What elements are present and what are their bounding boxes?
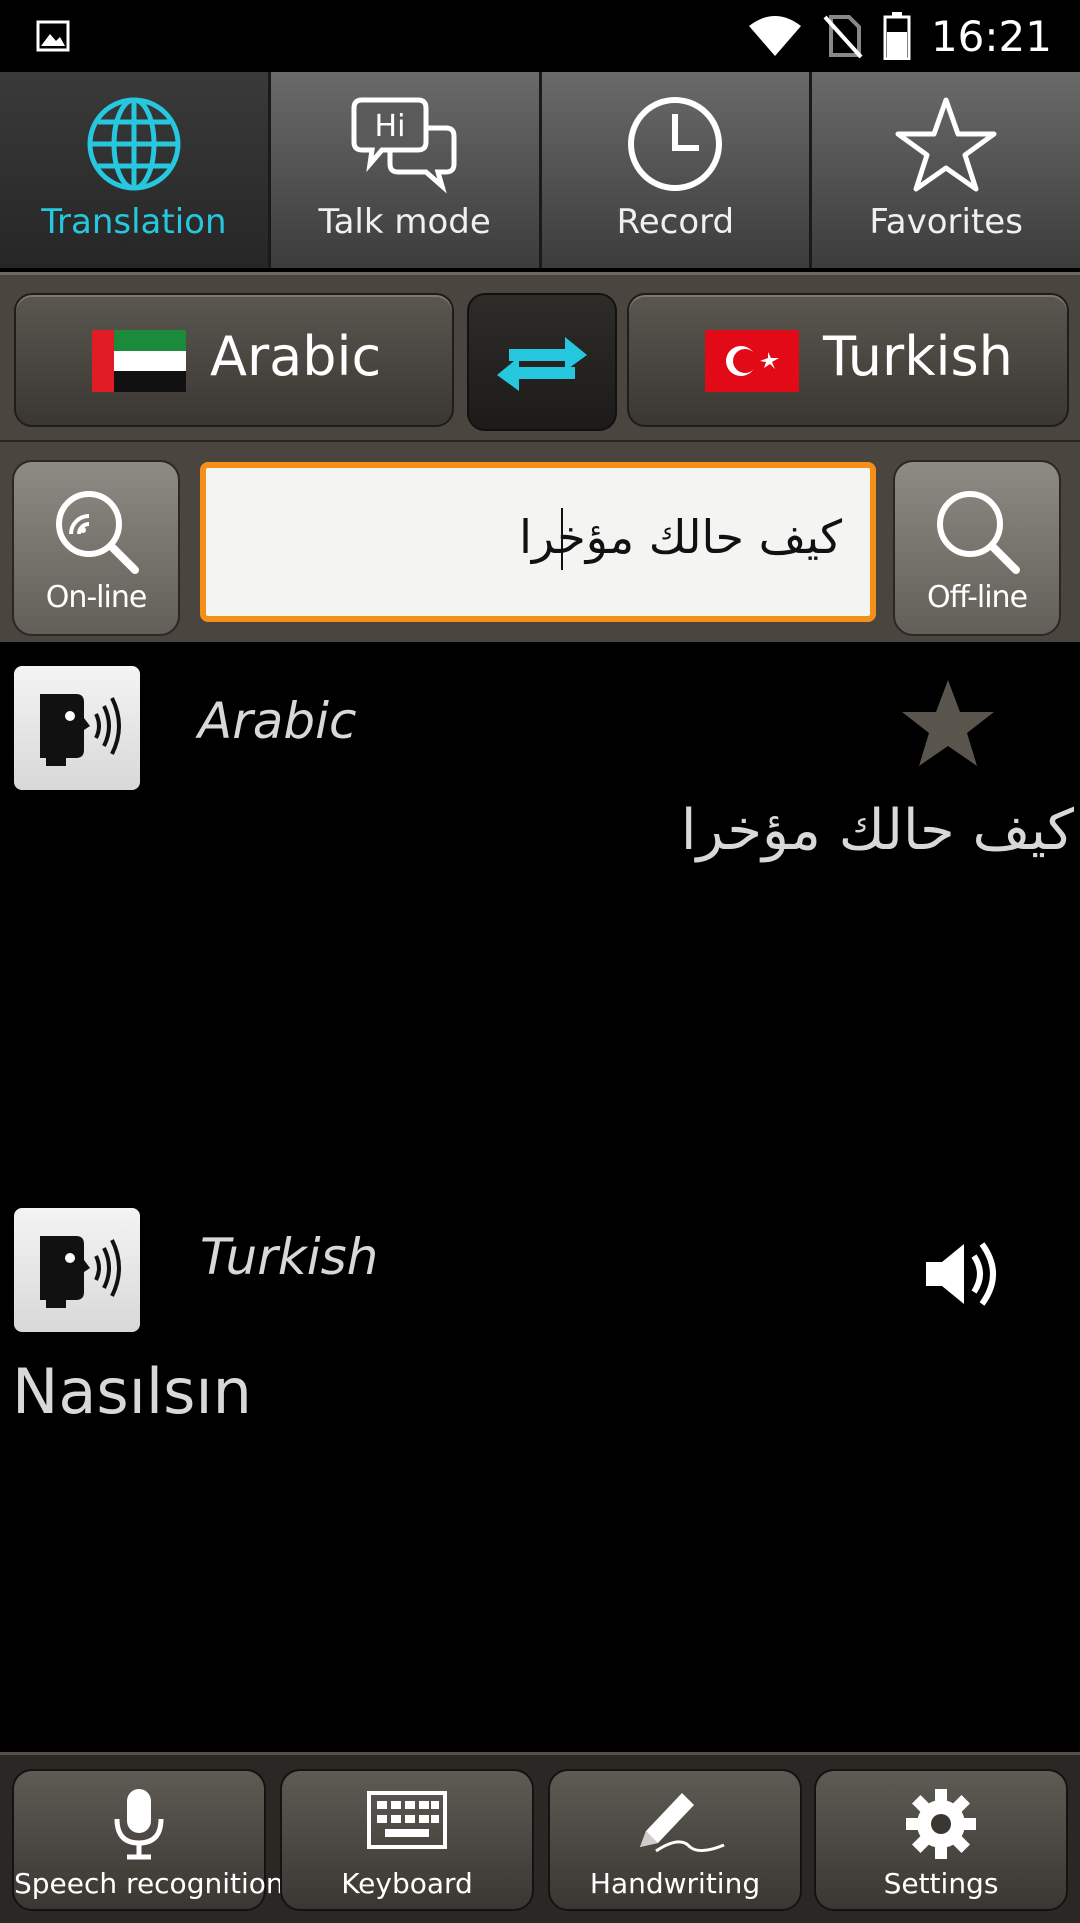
tab-talk-mode[interactable]: Hi Talk mode <box>270 72 542 268</box>
target-language-label: Turkish <box>823 325 1013 388</box>
pen-icon <box>640 1793 725 1853</box>
translation-input-value: كيف حالك مؤخرا <box>519 510 842 564</box>
handwriting-label: Handwriting <box>589 1867 761 1900</box>
source-text: كيف حالك مؤخرا <box>680 798 1074 863</box>
keyboard-label: Keyboard <box>341 1867 473 1900</box>
mode-tabs: Translation Hi Talk mode Record Favorite… <box>0 72 1080 268</box>
source-language-label: Arabic <box>210 325 382 388</box>
speaking-head-icon <box>40 694 121 766</box>
turkey-flag-icon <box>705 330 799 392</box>
status-bar: 16:21 <box>0 0 1080 72</box>
speaking-head-icon <box>40 1236 121 1308</box>
keyboard-icon <box>367 1791 447 1849</box>
speech-recognition-button[interactable]: Speech recognition <box>12 1769 284 1911</box>
language-bar: Arabic Turkish <box>0 272 1080 443</box>
svg-text:Hi: Hi <box>374 109 405 144</box>
gear-icon <box>906 1789 976 1859</box>
speech-recognition-label: Speech recognition <box>14 1867 284 1900</box>
swap-languages-button[interactable] <box>467 293 617 431</box>
chat-bubbles-icon: Hi <box>351 97 457 194</box>
translation-input[interactable]: كيف حالك مؤخرا <box>200 462 876 622</box>
target-language-heading: Turkish <box>200 1228 379 1286</box>
tab-label: Favorites <box>869 202 1023 242</box>
speaker-volume-icon[interactable] <box>920 1234 1010 1314</box>
source-speak-button[interactable] <box>14 666 140 790</box>
uae-flag-icon <box>92 330 186 392</box>
tab-translation[interactable]: Translation <box>0 72 271 268</box>
tab-favorites[interactable]: Favorites <box>812 72 1080 268</box>
online-search-label: On-line <box>45 580 148 615</box>
target-language-button[interactable]: Turkish <box>627 293 1069 427</box>
star-icon <box>895 97 997 192</box>
tab-label: Record <box>616 202 735 242</box>
translated-text: Nasılsın <box>12 1355 252 1428</box>
input-method-bar: Speech recognition Keyboard Handwriting <box>0 1752 1080 1923</box>
swap-arrows-icon <box>497 337 587 391</box>
wifi-icon <box>748 16 801 56</box>
settings-button[interactable]: Settings <box>814 1769 1068 1911</box>
source-language-button[interactable]: Arabic <box>14 293 454 427</box>
globe-icon <box>87 97 181 191</box>
target-speak-button[interactable] <box>14 1208 140 1332</box>
gallery-icon <box>36 20 70 52</box>
tab-label: Translation <box>41 202 227 242</box>
search-icon <box>937 491 1020 574</box>
source-language-heading: Arabic <box>198 692 357 750</box>
result-area: Arabic كيف حالك مؤخرا Turkish Nasılsın <box>0 650 1080 1750</box>
online-search-icon <box>56 491 139 574</box>
offline-search-label: Off-line <box>926 580 1028 615</box>
tab-label: Talk mode <box>318 202 491 242</box>
favorite-star-icon[interactable] <box>898 676 998 772</box>
search-bar: On-line كيف حالك مؤخرا Off-line <box>0 440 1080 642</box>
clock-icon <box>628 97 723 191</box>
microphone-icon <box>114 1789 164 1860</box>
handwriting-button[interactable]: Handwriting <box>548 1769 802 1911</box>
online-search-button[interactable]: On-line <box>12 460 180 636</box>
keyboard-button[interactable]: Keyboard <box>280 1769 534 1911</box>
battery-icon <box>883 12 911 60</box>
settings-label: Settings <box>883 1867 999 1900</box>
offline-search-button[interactable]: Off-line <box>893 460 1061 636</box>
no-sim-icon <box>823 15 863 59</box>
tab-record[interactable]: Record <box>541 72 813 268</box>
clock-time: 16:21 <box>930 11 1052 61</box>
